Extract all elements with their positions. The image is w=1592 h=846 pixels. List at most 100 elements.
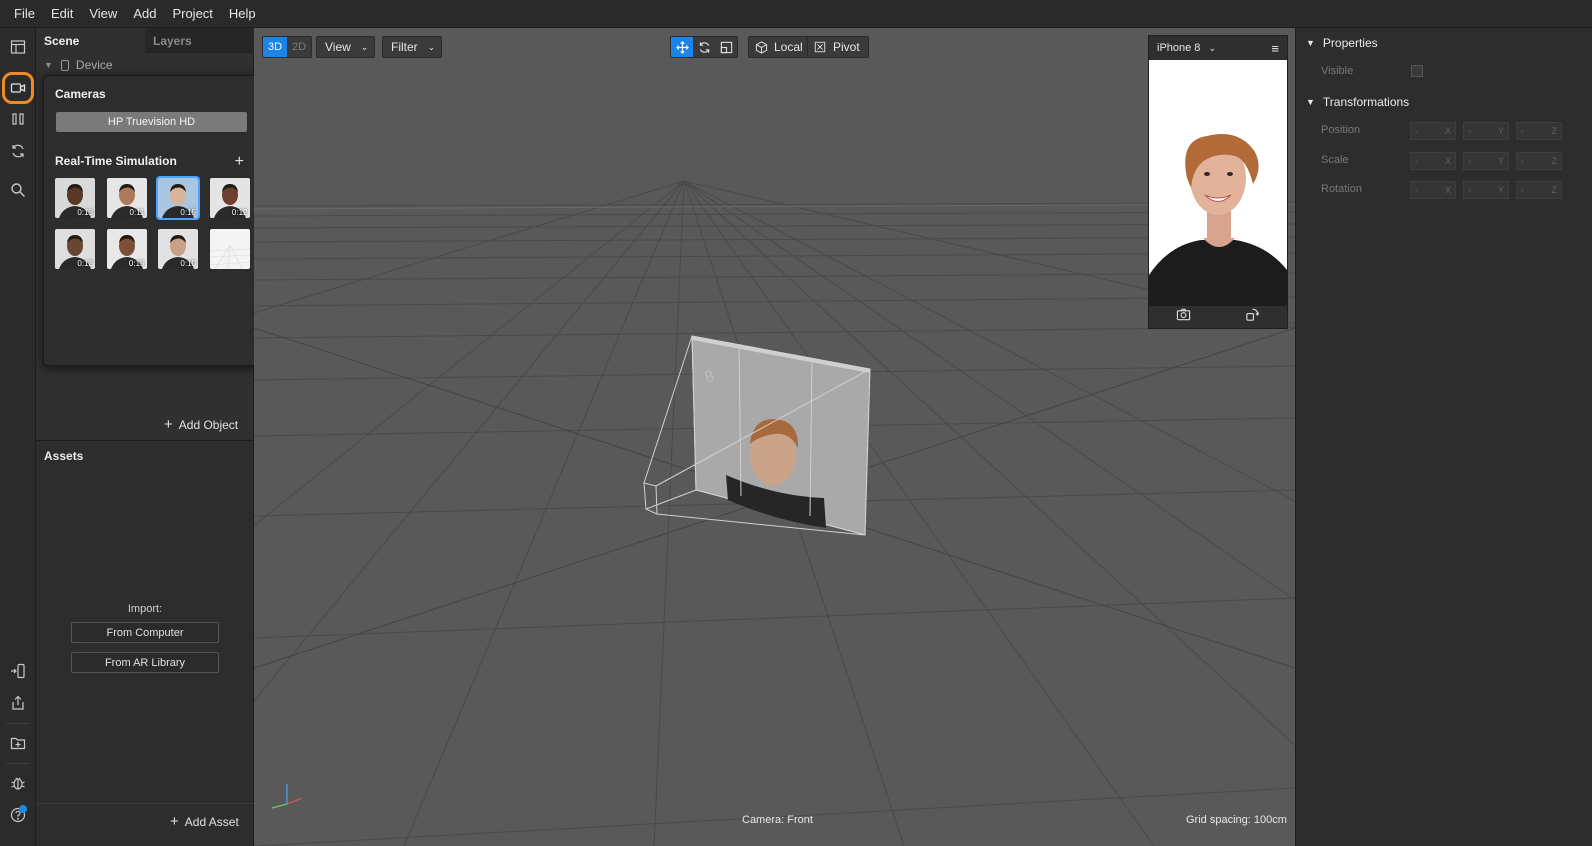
divider [36, 803, 254, 804]
simulation-thumbnail[interactable] [209, 229, 250, 269]
position-x-field[interactable]: -X [1410, 122, 1456, 140]
simulation-thumbnail[interactable]: 0:15 [106, 229, 147, 269]
visible-checkbox[interactable] [1411, 65, 1423, 77]
view-dropdown[interactable]: View ⌄ [316, 36, 376, 58]
mode-2d-button[interactable]: 2D [287, 37, 311, 57]
add-object-button[interactable]: + Add Object [164, 416, 238, 433]
properties-section[interactable]: ▼ Properties [1306, 36, 1378, 50]
preview-header: iPhone 8 ⌄ ≡ [1149, 36, 1287, 60]
simulation-thumbnail[interactable]: 0:13 [55, 178, 95, 218]
tab-scene[interactable]: Scene [36, 28, 145, 53]
device-select[interactable]: iPhone 8 ⌄ [1157, 42, 1216, 54]
simulation-thumbnail[interactable]: 0:11 [106, 178, 147, 218]
pivot-toggle[interactable]: Pivot [807, 36, 869, 58]
visible-label: Visible [1321, 65, 1354, 77]
device-link-icon[interactable] [7, 660, 29, 682]
menu-file[interactable]: File [6, 6, 43, 21]
position-z-field[interactable]: -Z [1516, 122, 1562, 140]
menu-edit[interactable]: Edit [43, 6, 81, 21]
dimension-toggle: 3D 2D [262, 36, 313, 58]
simulation-thumbnail[interactable]: 0:15 [156, 176, 200, 220]
scale-tool-icon[interactable] [715, 37, 737, 57]
menu-help[interactable]: Help [221, 6, 264, 21]
camera-option-hp[interactable]: HP Truevision HD [56, 112, 247, 132]
scene-item-device[interactable]: ▼ Device [44, 56, 113, 74]
rotation-x-field[interactable]: -X [1410, 181, 1456, 199]
device-label: Device [75, 58, 113, 72]
menu-project[interactable]: Project [164, 6, 220, 21]
thumbnail-duration: 0:11 [129, 208, 145, 217]
viewport-3d[interactable]: 8 3D 2D View ⌄ Filter ⌄ Local Pivot iPho… [254, 28, 1295, 846]
screenshot-icon[interactable] [1176, 307, 1191, 325]
thumbnail-duration: 0:12 [231, 208, 248, 217]
local-toggle[interactable]: Local [748, 36, 812, 58]
view-label: View [325, 40, 351, 54]
menu-add[interactable]: Add [125, 6, 164, 21]
pivot-label: Pivot [833, 40, 860, 54]
add-simulation-button[interactable]: + [235, 153, 244, 171]
chevron-down-icon: ⌄ [360, 41, 369, 52]
search-icon[interactable] [7, 179, 29, 201]
position-label: Position [1321, 124, 1361, 136]
tool-rail [0, 28, 36, 846]
add-folder-icon[interactable] [7, 732, 29, 754]
chevron-down-icon: ⌄ [427, 41, 436, 52]
scale-z-field[interactable]: -Z [1516, 152, 1562, 170]
add-asset-button[interactable]: + Add Asset [170, 813, 239, 830]
rotation-z-field[interactable]: -Z [1516, 181, 1562, 199]
layout-icon[interactable] [7, 36, 29, 58]
thumbnail-duration: 0:15 [180, 208, 196, 217]
menu-icon[interactable]: ≡ [1271, 41, 1279, 56]
from-ar-library-button[interactable]: From AR Library [71, 652, 219, 673]
notification-dot [19, 805, 27, 813]
share-icon[interactable] [7, 692, 29, 714]
simulation-thumbnail[interactable]: 0:12 [55, 229, 95, 269]
position-y-field[interactable]: -Y [1463, 122, 1509, 140]
scale-x-field[interactable]: -X [1410, 152, 1456, 170]
grid-spacing-status: Grid spacing: 100cm [1186, 814, 1287, 826]
filter-dropdown[interactable]: Filter ⌄ [382, 36, 443, 58]
scene-grid: 8 [254, 180, 1295, 846]
cube-icon [755, 40, 768, 54]
camera-popup: Cameras HP Truevision HD Real-Time Simul… [43, 75, 259, 366]
expand-triangle-icon[interactable]: ▼ [44, 60, 53, 70]
thumbnail-duration: 0:12 [77, 259, 93, 268]
camera-status: Camera: Front [742, 814, 813, 826]
scale-y-field[interactable]: -Y [1463, 152, 1509, 170]
transform-tools [670, 36, 738, 58]
sync-icon[interactable] [7, 140, 29, 162]
rotation-y-field[interactable]: -Y [1463, 181, 1509, 199]
bug-icon[interactable] [7, 772, 29, 794]
chevron-down-icon: ⌄ [1208, 43, 1216, 53]
plus-icon: + [170, 813, 179, 830]
pause-icon[interactable] [7, 108, 29, 130]
simulation-thumbnail[interactable]: 0:10 [158, 229, 198, 269]
real-time-simulation-title: Real-Time Simulation [55, 154, 177, 168]
transformations-title: Transformations [1322, 95, 1410, 109]
rotate-device-icon[interactable] [1245, 307, 1260, 325]
cameras-title: Cameras [55, 87, 106, 101]
mode-3d-button[interactable]: 3D [263, 37, 288, 57]
simulation-thumbnail[interactable]: 0:12 [209, 178, 250, 218]
thumbnail-duration: 0:15 [128, 259, 145, 268]
from-computer-button[interactable]: From Computer [71, 622, 219, 643]
scene-tabs: Scene Layers [36, 28, 254, 53]
inspector-panel: ▼ Properties Visible ▼ Transformations P… [1295, 28, 1592, 846]
collapse-triangle-icon: ▼ [1306, 38, 1315, 48]
assets-title: Assets [44, 449, 84, 463]
device-name: iPhone 8 [1157, 42, 1201, 54]
import-label: Import: [127, 603, 163, 615]
pivot-icon [814, 41, 826, 53]
preview-screen [1149, 60, 1287, 306]
rotate-tool-icon[interactable] [693, 37, 715, 57]
add-asset-label: Add Asset [184, 814, 239, 829]
move-tool-icon[interactable] [671, 37, 693, 57]
scale-label: Scale [1321, 154, 1349, 166]
collapse-triangle-icon: ▼ [1306, 97, 1315, 107]
device-preview: iPhone 8 ⌄ ≡ [1148, 35, 1288, 329]
menu-view[interactable]: View [81, 6, 125, 21]
tab-layers[interactable]: Layers [145, 28, 254, 53]
properties-title: Properties [1322, 36, 1378, 50]
transformations-section[interactable]: ▼ Transformations [1306, 95, 1409, 109]
preview-face-image [1149, 60, 1287, 306]
